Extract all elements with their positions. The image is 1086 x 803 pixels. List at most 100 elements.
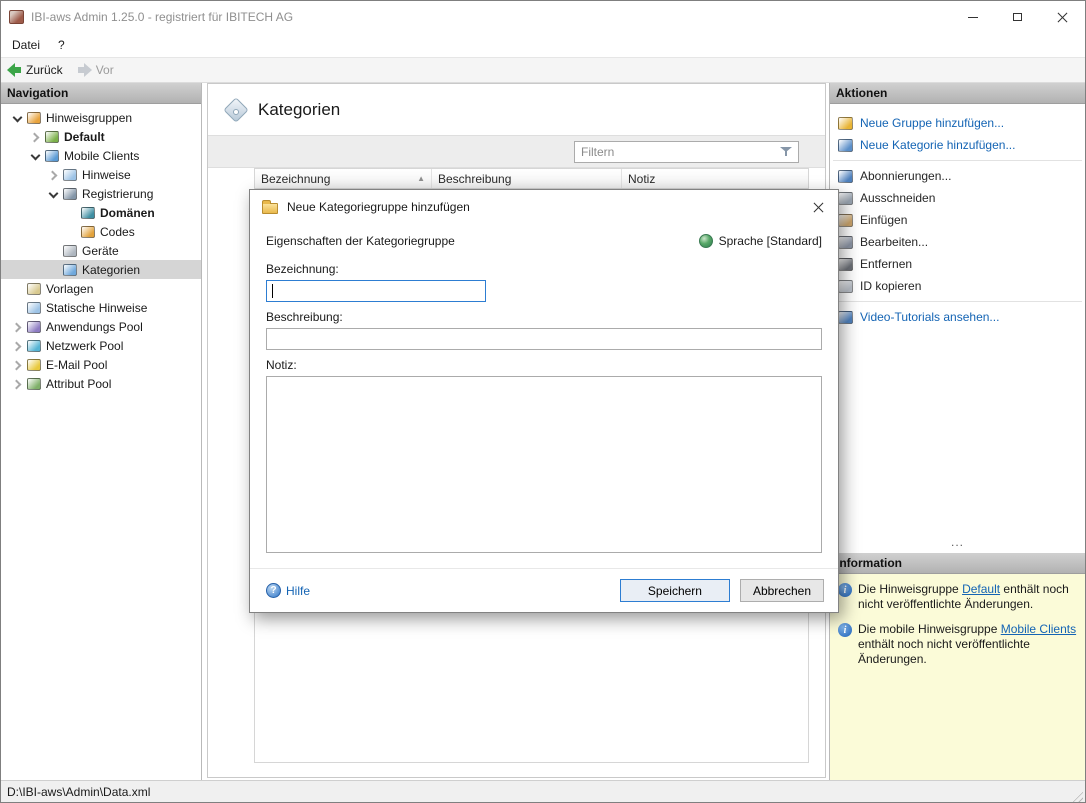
column-label: Notiz bbox=[628, 171, 656, 186]
expand-arrow-icon[interactable] bbox=[27, 129, 43, 145]
notiz-field[interactable] bbox=[266, 376, 822, 553]
help-icon bbox=[266, 583, 281, 598]
bezeichnung-field[interactable] bbox=[266, 280, 486, 302]
dialog-close-button[interactable] bbox=[804, 193, 832, 221]
tree-item-mobile-clients[interactable]: Mobile Clients bbox=[1, 146, 201, 165]
paste-icon bbox=[838, 213, 853, 227]
info-text-after: enthält noch nicht veröffentlichte Änder… bbox=[858, 637, 1030, 666]
expand-arrow-icon[interactable] bbox=[9, 319, 25, 335]
action-abonnierungen[interactable]: Abonnierungen... bbox=[830, 165, 1085, 187]
info-text: Die mobile Hinweisgruppe Mobile Clients … bbox=[858, 622, 1077, 667]
menu-item-datei[interactable]: Datei bbox=[3, 35, 49, 55]
tree-item-hinweisgruppen[interactable]: Hinweisgruppen bbox=[1, 108, 201, 127]
tree-item-hinweise[interactable]: Hinweise bbox=[1, 165, 201, 184]
tree-item-label: Kategorien bbox=[82, 262, 141, 277]
action-ausschneiden[interactable]: Ausschneiden bbox=[830, 187, 1085, 209]
tree-item-codes[interactable]: Codes bbox=[1, 222, 201, 241]
filter-funnel-icon[interactable] bbox=[780, 146, 792, 157]
action-einfuegen[interactable]: Einfügen bbox=[830, 209, 1085, 231]
panel-splitter-grip[interactable]: ... bbox=[830, 536, 1085, 553]
tree-item-registrierung[interactable]: Registrierung bbox=[1, 184, 201, 203]
dialog-body: Eigenschaften der Kategoriegruppe Sprach… bbox=[250, 224, 838, 553]
tree-item-label: Netzwerk Pool bbox=[46, 338, 124, 353]
app-icon bbox=[9, 10, 24, 24]
expand-arrow-icon[interactable] bbox=[9, 376, 25, 392]
action-video-tutorials-ansehen[interactable]: Video-Tutorials ansehen... bbox=[830, 306, 1085, 328]
dialog-section-title: Eigenschaften der Kategoriegruppe bbox=[266, 234, 455, 248]
static-hints-icon bbox=[27, 301, 41, 314]
help-link[interactable]: Hilfe bbox=[266, 583, 310, 598]
action-bearbeiten[interactable]: Bearbeiten... bbox=[830, 231, 1085, 253]
tree-item-geraete[interactable]: Geräte bbox=[1, 241, 201, 260]
tree-item-label: Statische Hinweise bbox=[46, 300, 148, 315]
tree-item-label: Registrierung bbox=[82, 186, 154, 201]
tree-item-label: Attribut Pool bbox=[46, 376, 112, 391]
hint-groups-icon bbox=[27, 111, 41, 124]
window-title: IBI-aws Admin 1.25.0 - registriert für I… bbox=[31, 10, 294, 24]
action-entfernen[interactable]: Entfernen bbox=[830, 253, 1085, 275]
templates-icon bbox=[27, 282, 41, 295]
tree-item-anwendungs-pool[interactable]: Anwendungs Pool bbox=[1, 317, 201, 336]
collapse-arrow-icon[interactable] bbox=[45, 186, 61, 202]
tree-item-statische-hinweise[interactable]: Statische Hinweise bbox=[1, 298, 201, 317]
devices-icon bbox=[63, 244, 77, 257]
filter-input[interactable] bbox=[575, 144, 780, 159]
info-link-default[interactable]: Default bbox=[962, 582, 1000, 596]
action-neue-kategorie-hinzufuegen[interactable]: Neue Kategorie hinzufügen... bbox=[830, 134, 1085, 156]
text-caret bbox=[272, 284, 273, 298]
bezeichnung-label: Bezeichnung: bbox=[266, 262, 339, 276]
window-controls bbox=[950, 1, 1085, 33]
tree-item-domaenen[interactable]: Domänen bbox=[1, 203, 201, 222]
status-bar: D:\IBI-aws\Admin\Data.xml bbox=[1, 780, 1085, 802]
tree-item-e-mail-pool[interactable]: E-Mail Pool bbox=[1, 355, 201, 374]
tree-item-default[interactable]: Default bbox=[1, 127, 201, 146]
tree-item-attribut-pool[interactable]: Attribut Pool bbox=[1, 374, 201, 393]
navigation-panel: Navigation Hinweisgruppen Default Mobile C… bbox=[1, 83, 202, 780]
edit-icon bbox=[838, 235, 853, 249]
language-selector[interactable]: Sprache [Standard] bbox=[698, 234, 822, 248]
action-neue-gruppe-hinzufuegen[interactable]: Neue Gruppe hinzufügen... bbox=[830, 112, 1085, 134]
back-arrow-icon bbox=[7, 63, 22, 77]
beschreibung-label: Beschreibung: bbox=[266, 310, 343, 324]
minimize-button[interactable] bbox=[950, 1, 995, 33]
categories-icon bbox=[63, 263, 77, 276]
tree-item-label: Hinweise bbox=[82, 167, 131, 182]
collapse-arrow-icon[interactable] bbox=[9, 110, 25, 126]
forward-button[interactable]: Vor bbox=[77, 63, 114, 77]
info-link-mobile-clients[interactable]: Mobile Clients bbox=[1001, 622, 1076, 636]
save-button[interactable]: Speichern bbox=[619, 579, 730, 602]
menu-item-help[interactable]: ? bbox=[49, 35, 74, 55]
collapse-arrow-icon[interactable] bbox=[27, 148, 43, 164]
tree-item-netzwerk-pool[interactable]: Netzwerk Pool bbox=[1, 336, 201, 355]
column-header-beschreibung[interactable]: Beschreibung bbox=[432, 169, 622, 188]
maximize-button[interactable] bbox=[995, 1, 1040, 33]
column-header-bezeichnung[interactable]: Bezeichnung ▲ bbox=[255, 169, 432, 188]
column-label: Beschreibung bbox=[438, 171, 512, 186]
actions-spacer bbox=[830, 328, 1085, 538]
info-icon bbox=[838, 583, 852, 597]
action-id-kopieren[interactable]: ID kopieren bbox=[830, 275, 1085, 297]
back-button[interactable]: Zurück bbox=[7, 63, 63, 77]
column-header-notiz[interactable]: Notiz bbox=[622, 169, 808, 188]
beschreibung-field[interactable] bbox=[266, 328, 822, 350]
info-text-before: Die mobile Hinweisgruppe bbox=[858, 622, 1001, 636]
copy-id-icon bbox=[838, 279, 853, 293]
info-text: Die Hinweisgruppe Default enthält noch n… bbox=[858, 582, 1077, 612]
close-button[interactable] bbox=[1040, 1, 1085, 33]
tree-item-kategorien[interactable]: Kategorien bbox=[1, 260, 201, 279]
expand-arrow-icon[interactable] bbox=[9, 357, 25, 373]
minimize-icon bbox=[967, 16, 978, 18]
resize-grip-icon[interactable] bbox=[1070, 789, 1083, 802]
expand-arrow-icon[interactable] bbox=[9, 338, 25, 354]
expand-arrow-icon[interactable] bbox=[45, 167, 61, 183]
page-header: Kategorien bbox=[208, 84, 825, 135]
cancel-button[interactable]: Abbrechen bbox=[739, 579, 824, 602]
action-label: Ausschneiden bbox=[860, 191, 936, 205]
tree-item-label: E-Mail Pool bbox=[46, 357, 108, 372]
subscriptions-icon bbox=[838, 169, 853, 183]
tree-item-vorlagen[interactable]: Vorlagen bbox=[1, 279, 201, 298]
tree-item-label: Mobile Clients bbox=[64, 148, 140, 163]
info-text-before: Die Hinweisgruppe bbox=[858, 582, 963, 596]
dialog-footer: Hilfe Speichern Abbrechen bbox=[250, 568, 838, 612]
